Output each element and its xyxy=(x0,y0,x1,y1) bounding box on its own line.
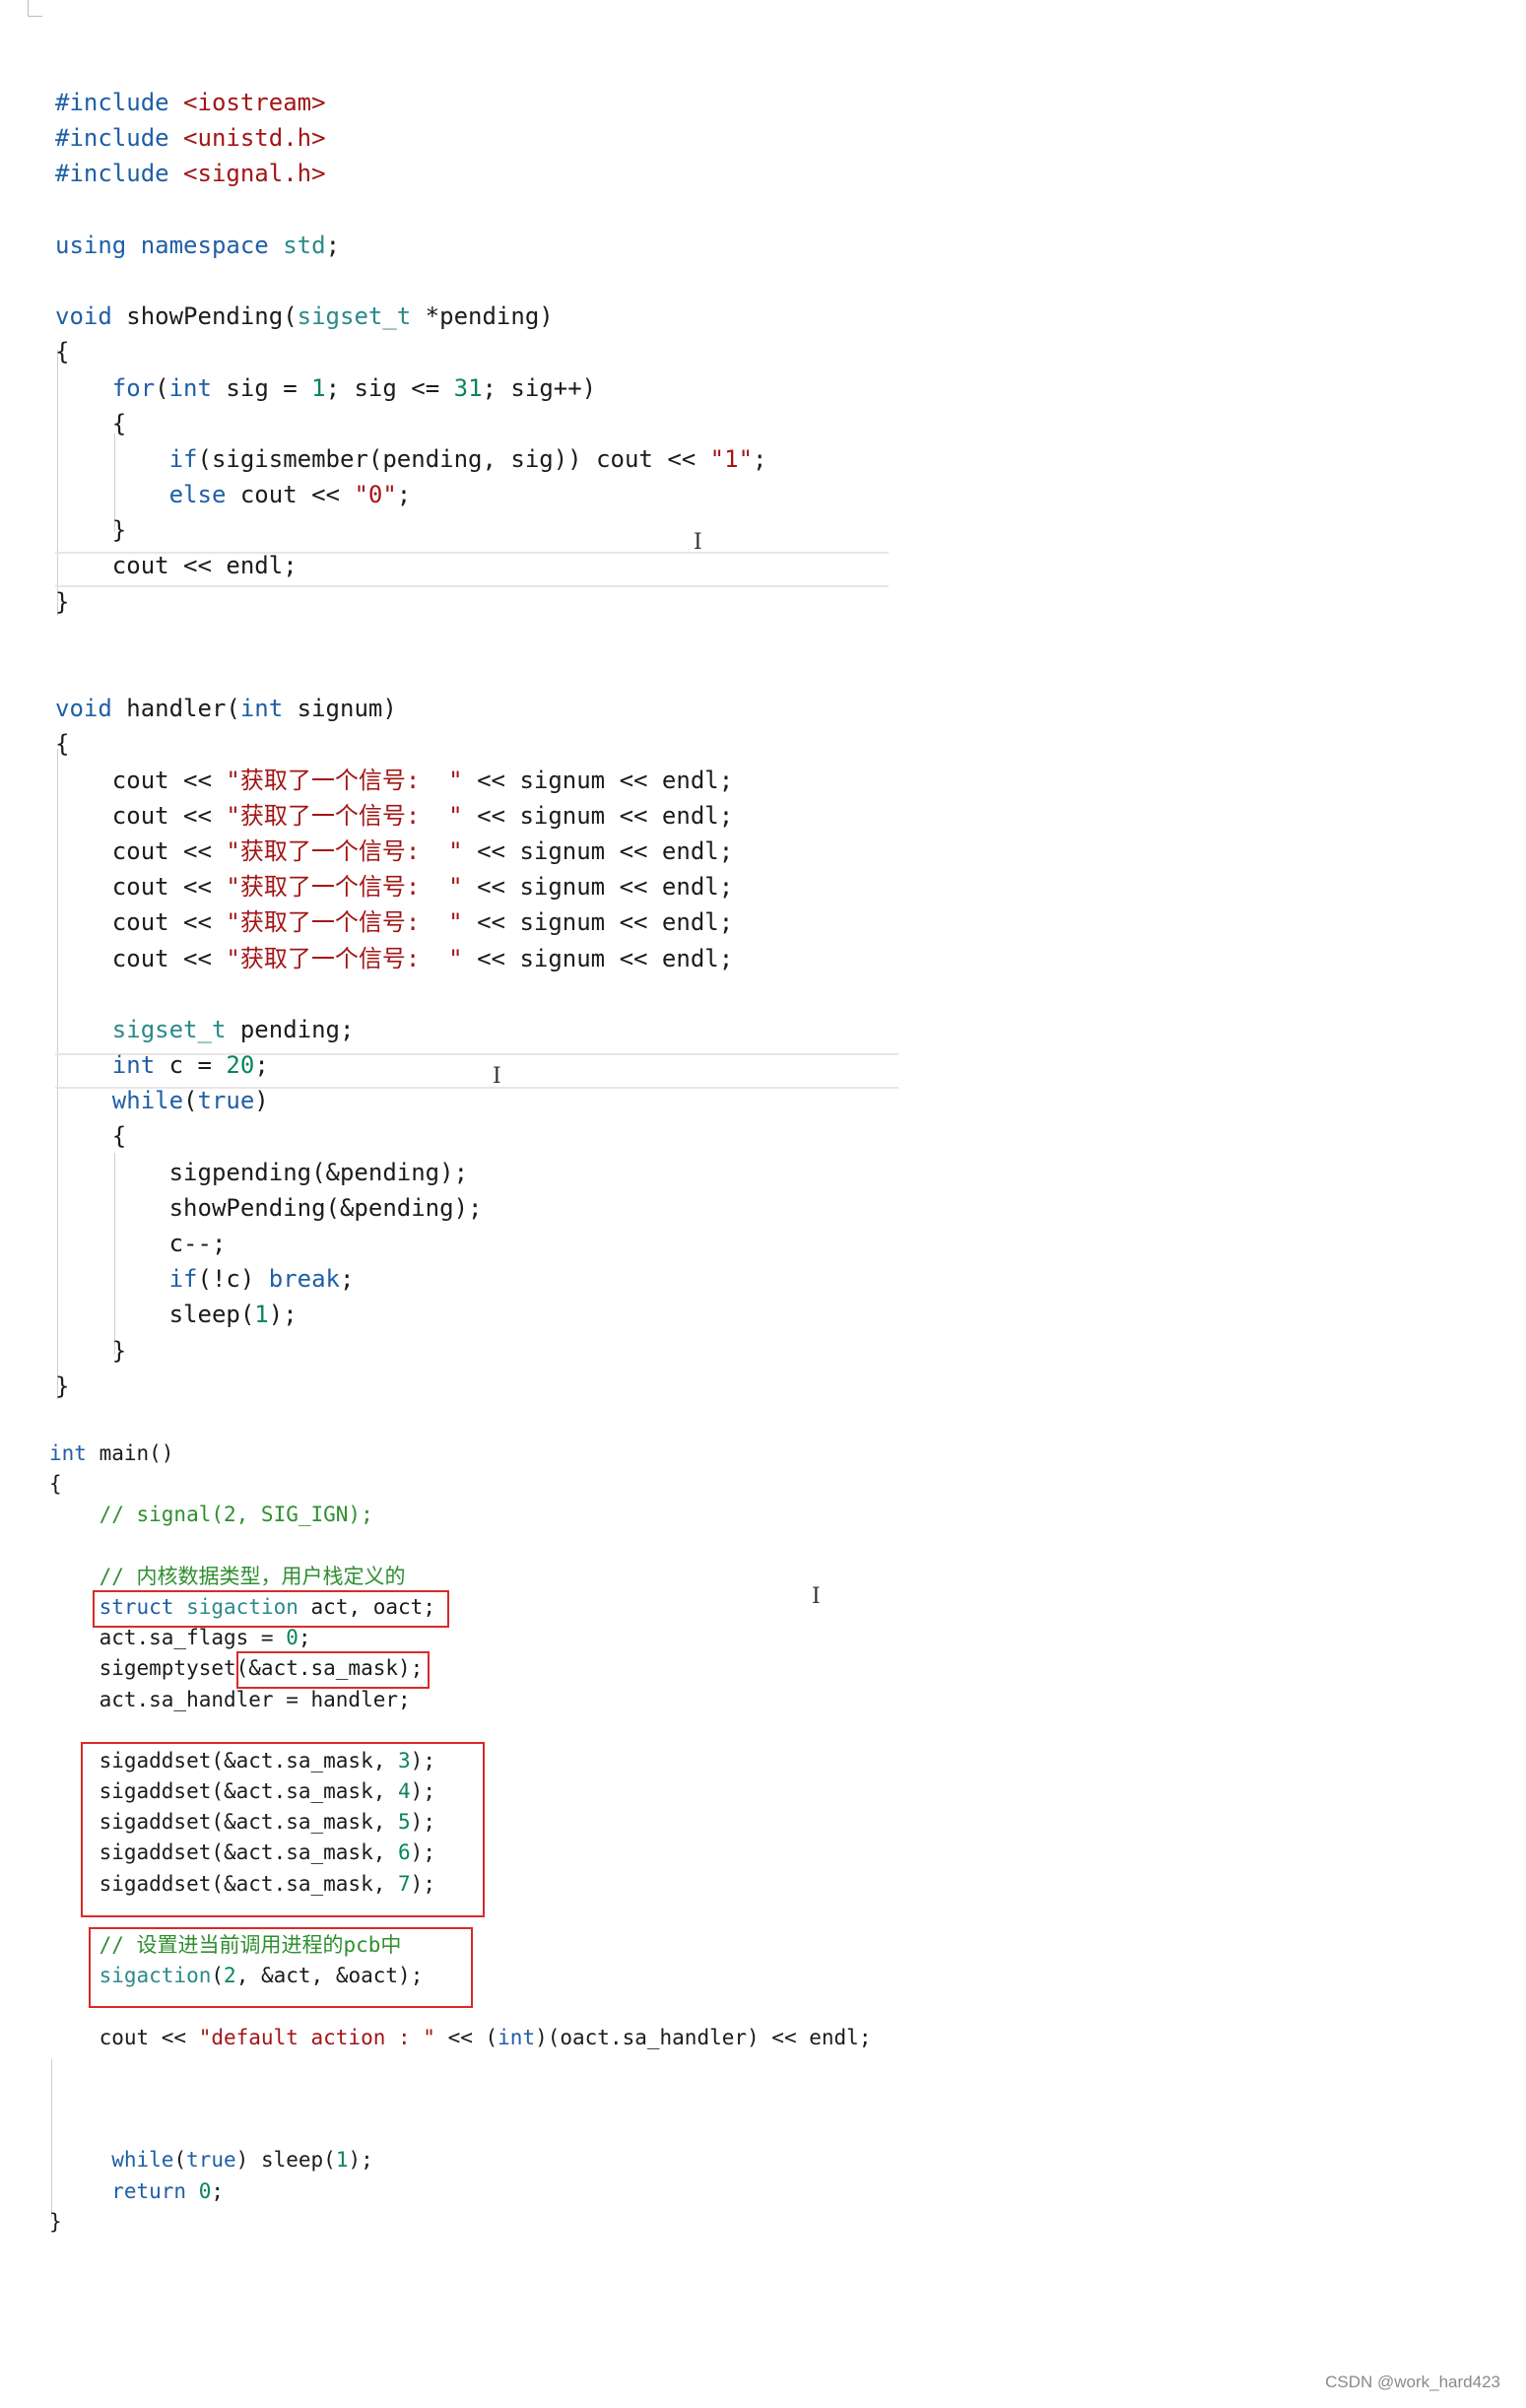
code-line: sigset_t pending; xyxy=(111,1015,355,1043)
watermark: CSDN @work_hard423 xyxy=(1325,2373,1500,2391)
code-line: { xyxy=(49,1472,62,1497)
code-line: } xyxy=(55,1336,127,1365)
code-line: } xyxy=(49,2209,62,2234)
code-line: #include <iostream> xyxy=(55,89,326,116)
code-line: } xyxy=(55,1371,70,1400)
code-line: sigemptyset(&act.sa_mask); xyxy=(49,1656,424,1681)
code-line: c--; xyxy=(55,1230,227,1257)
code-line: cout << "default action : " << (int)(oac… xyxy=(49,2025,872,2049)
code-line: for(int sig = 1; sig <= 31; sig++) xyxy=(111,373,597,402)
code-line: sleep(1); xyxy=(55,1301,298,1329)
code-line: { xyxy=(55,730,70,759)
code-line: using namespace std; xyxy=(55,231,341,259)
text-cursor-icon: I xyxy=(812,1584,821,1609)
code-line: while(true) sleep(1); xyxy=(111,2148,373,2173)
code-line: cout << "获取了一个信号: " << signum << endl; xyxy=(55,873,734,902)
code-line: cout << "获取了一个信号: " << signum << endl; xyxy=(55,908,734,937)
code-line: { xyxy=(55,338,70,367)
code-line: else cout << "0"; xyxy=(168,481,412,509)
code-line: int main() xyxy=(49,1441,174,1465)
code-line: cout << "获取了一个信号: " << signum << endl; xyxy=(55,836,734,865)
code-line: void handler(int signum) xyxy=(55,695,397,723)
code-line: } xyxy=(55,516,127,545)
code-line: cout << "获取了一个信号: " << signum << endl; xyxy=(55,801,734,830)
code-line: void showPending(sigset_t *pending) xyxy=(55,302,554,331)
code-line: } xyxy=(55,587,70,616)
annotation-box-sigemptyset xyxy=(236,1651,430,1689)
code-line: cout << "获取了一个信号: " << signum << endl; xyxy=(55,944,734,972)
annotation-box-sigaction-call xyxy=(89,1927,473,2008)
code-line: cout << endl; xyxy=(55,552,298,580)
code-line: cout << "获取了一个信号: " << signum << endl; xyxy=(55,766,734,794)
text-cursor-icon: I xyxy=(694,530,702,555)
code-line: act.sa_handler = handler; xyxy=(49,1687,411,1711)
code-line: while(true) xyxy=(111,1087,269,1115)
code-line: { xyxy=(55,409,127,437)
annotation-box-struct-sigaction xyxy=(93,1590,449,1628)
code-line: sigpending(&pending); xyxy=(55,1158,469,1186)
code-line: int c = 20; xyxy=(111,1051,269,1080)
code-editor-top[interactable]: #include <iostream> #include <unistd.h> #i… xyxy=(55,85,766,1404)
code-line: if(!c) break; xyxy=(168,1265,355,1294)
code-line: showPending(&pending); xyxy=(55,1193,483,1222)
code-line: if(sigismember(pending, sig)) cout << "1… xyxy=(168,444,767,473)
code-line: // signal(2, SIG_IGN); xyxy=(49,1503,373,1527)
text-cursor-icon: I xyxy=(493,1064,501,1089)
code-line: #include <signal.h> xyxy=(55,160,326,188)
code-line: // 内核数据类型，用户栈定义的 xyxy=(49,1564,406,1588)
code-line: #include <unistd.h> xyxy=(55,124,326,153)
code-line: { xyxy=(55,1122,127,1151)
annotation-box-sigaddset xyxy=(81,1742,485,1917)
page-corner-mark xyxy=(28,0,42,17)
code-line: return 0; xyxy=(111,2178,225,2203)
